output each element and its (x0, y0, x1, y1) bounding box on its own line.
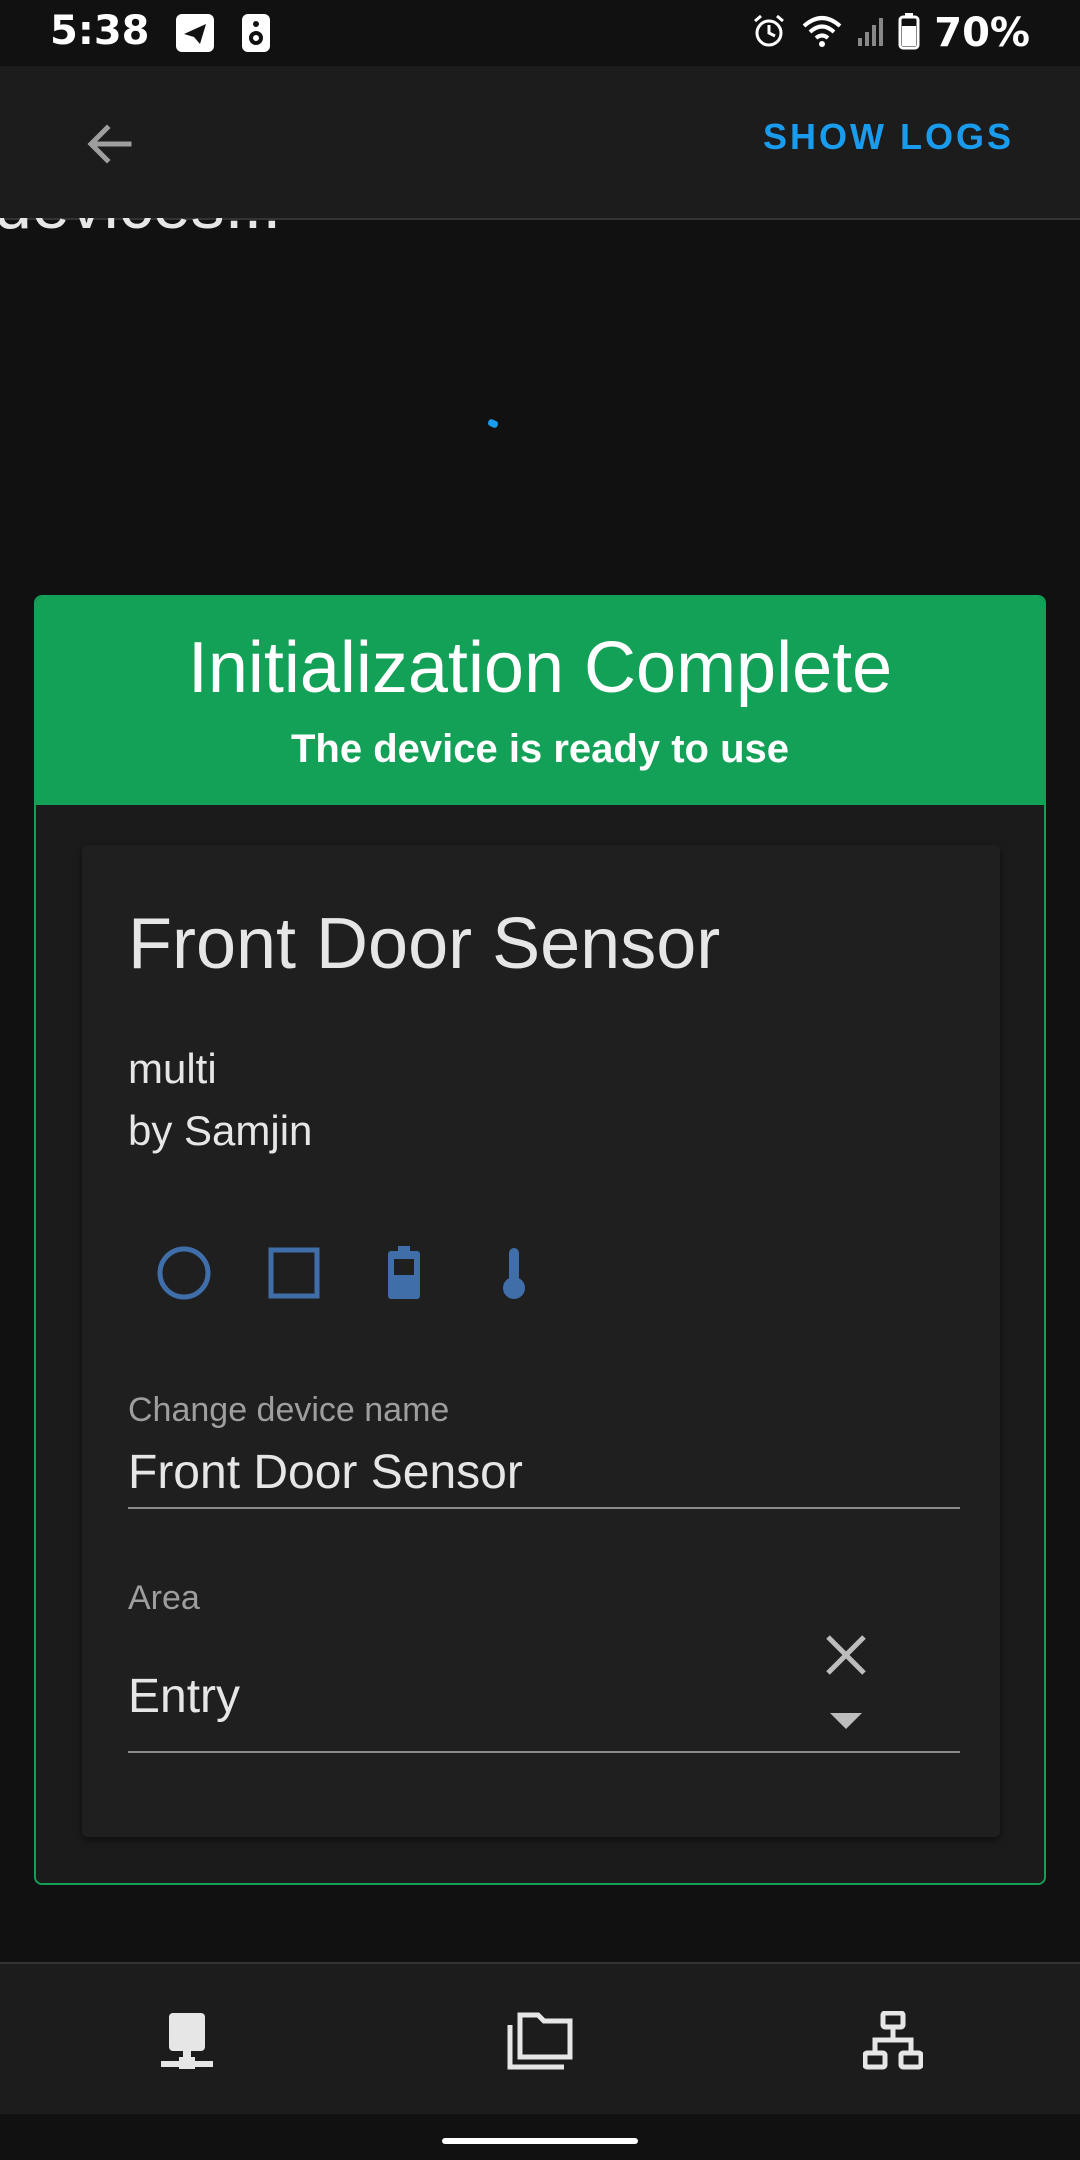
network-icon[interactable] (858, 2006, 928, 2076)
battery-percent: 70% (934, 10, 1030, 56)
entity-icons (156, 1245, 542, 1301)
area-value: Entry (128, 1670, 241, 1723)
thermometer-icon[interactable] (486, 1245, 542, 1301)
gesture-handle[interactable] (442, 2138, 638, 2144)
status-bar: 5:38 70% (0, 0, 1080, 66)
dialog-subtitle: The device is ready to use (291, 727, 789, 771)
square-icon[interactable] (266, 1245, 322, 1301)
speaker-icon (242, 14, 270, 52)
device-card: Front Door Sensor multi by Samjin Change… (82, 845, 1000, 1837)
status-time: 5:38 (50, 8, 150, 54)
initialization-dialog: Initialization Complete The device is re… (34, 595, 1046, 1885)
device-model: multi (128, 1045, 217, 1092)
dialog-title: Initialization Complete (187, 628, 893, 708)
device-name: Front Door Sensor (128, 904, 721, 984)
folders-icon[interactable] (504, 2006, 576, 2076)
device-manufacturer: by Samjin (128, 1107, 313, 1154)
status-right: 70% (750, 8, 1030, 58)
battery-icon[interactable] (376, 1245, 432, 1301)
telegram-icon (176, 14, 214, 52)
devices-icon[interactable] (152, 2006, 222, 2076)
background-heading-clip: devices... (0, 218, 1080, 258)
close-icon (826, 1635, 866, 1675)
area-field-label: Area (128, 1579, 200, 1617)
loading-spinner (486, 418, 500, 429)
bottom-nav (0, 1962, 1080, 2116)
clear-area-button[interactable] (816, 1625, 876, 1685)
gesture-bar-area (0, 2114, 1080, 2160)
dialog-body: Front Door Sensor multi by Samjin Change… (36, 805, 1044, 1883)
dialog-header: Initialization Complete The device is re… (36, 597, 1044, 805)
area-select[interactable]: Area Entry (128, 1565, 960, 1753)
chevron-down-icon[interactable] (830, 1713, 862, 1729)
battery-icon (898, 12, 920, 55)
circle-icon[interactable] (156, 1245, 212, 1301)
device-name-input[interactable] (128, 1413, 960, 1509)
back-button[interactable] (78, 112, 142, 176)
show-logs-button[interactable]: SHOW LOGS (763, 116, 1014, 158)
alarm-icon (750, 12, 788, 55)
cell-signal-icon (856, 14, 884, 53)
arrow-left-icon (87, 124, 132, 164)
app-bar: SHOW LOGS (0, 66, 1080, 220)
background-heading: devices... (0, 218, 281, 244)
wifi-icon (802, 14, 842, 53)
